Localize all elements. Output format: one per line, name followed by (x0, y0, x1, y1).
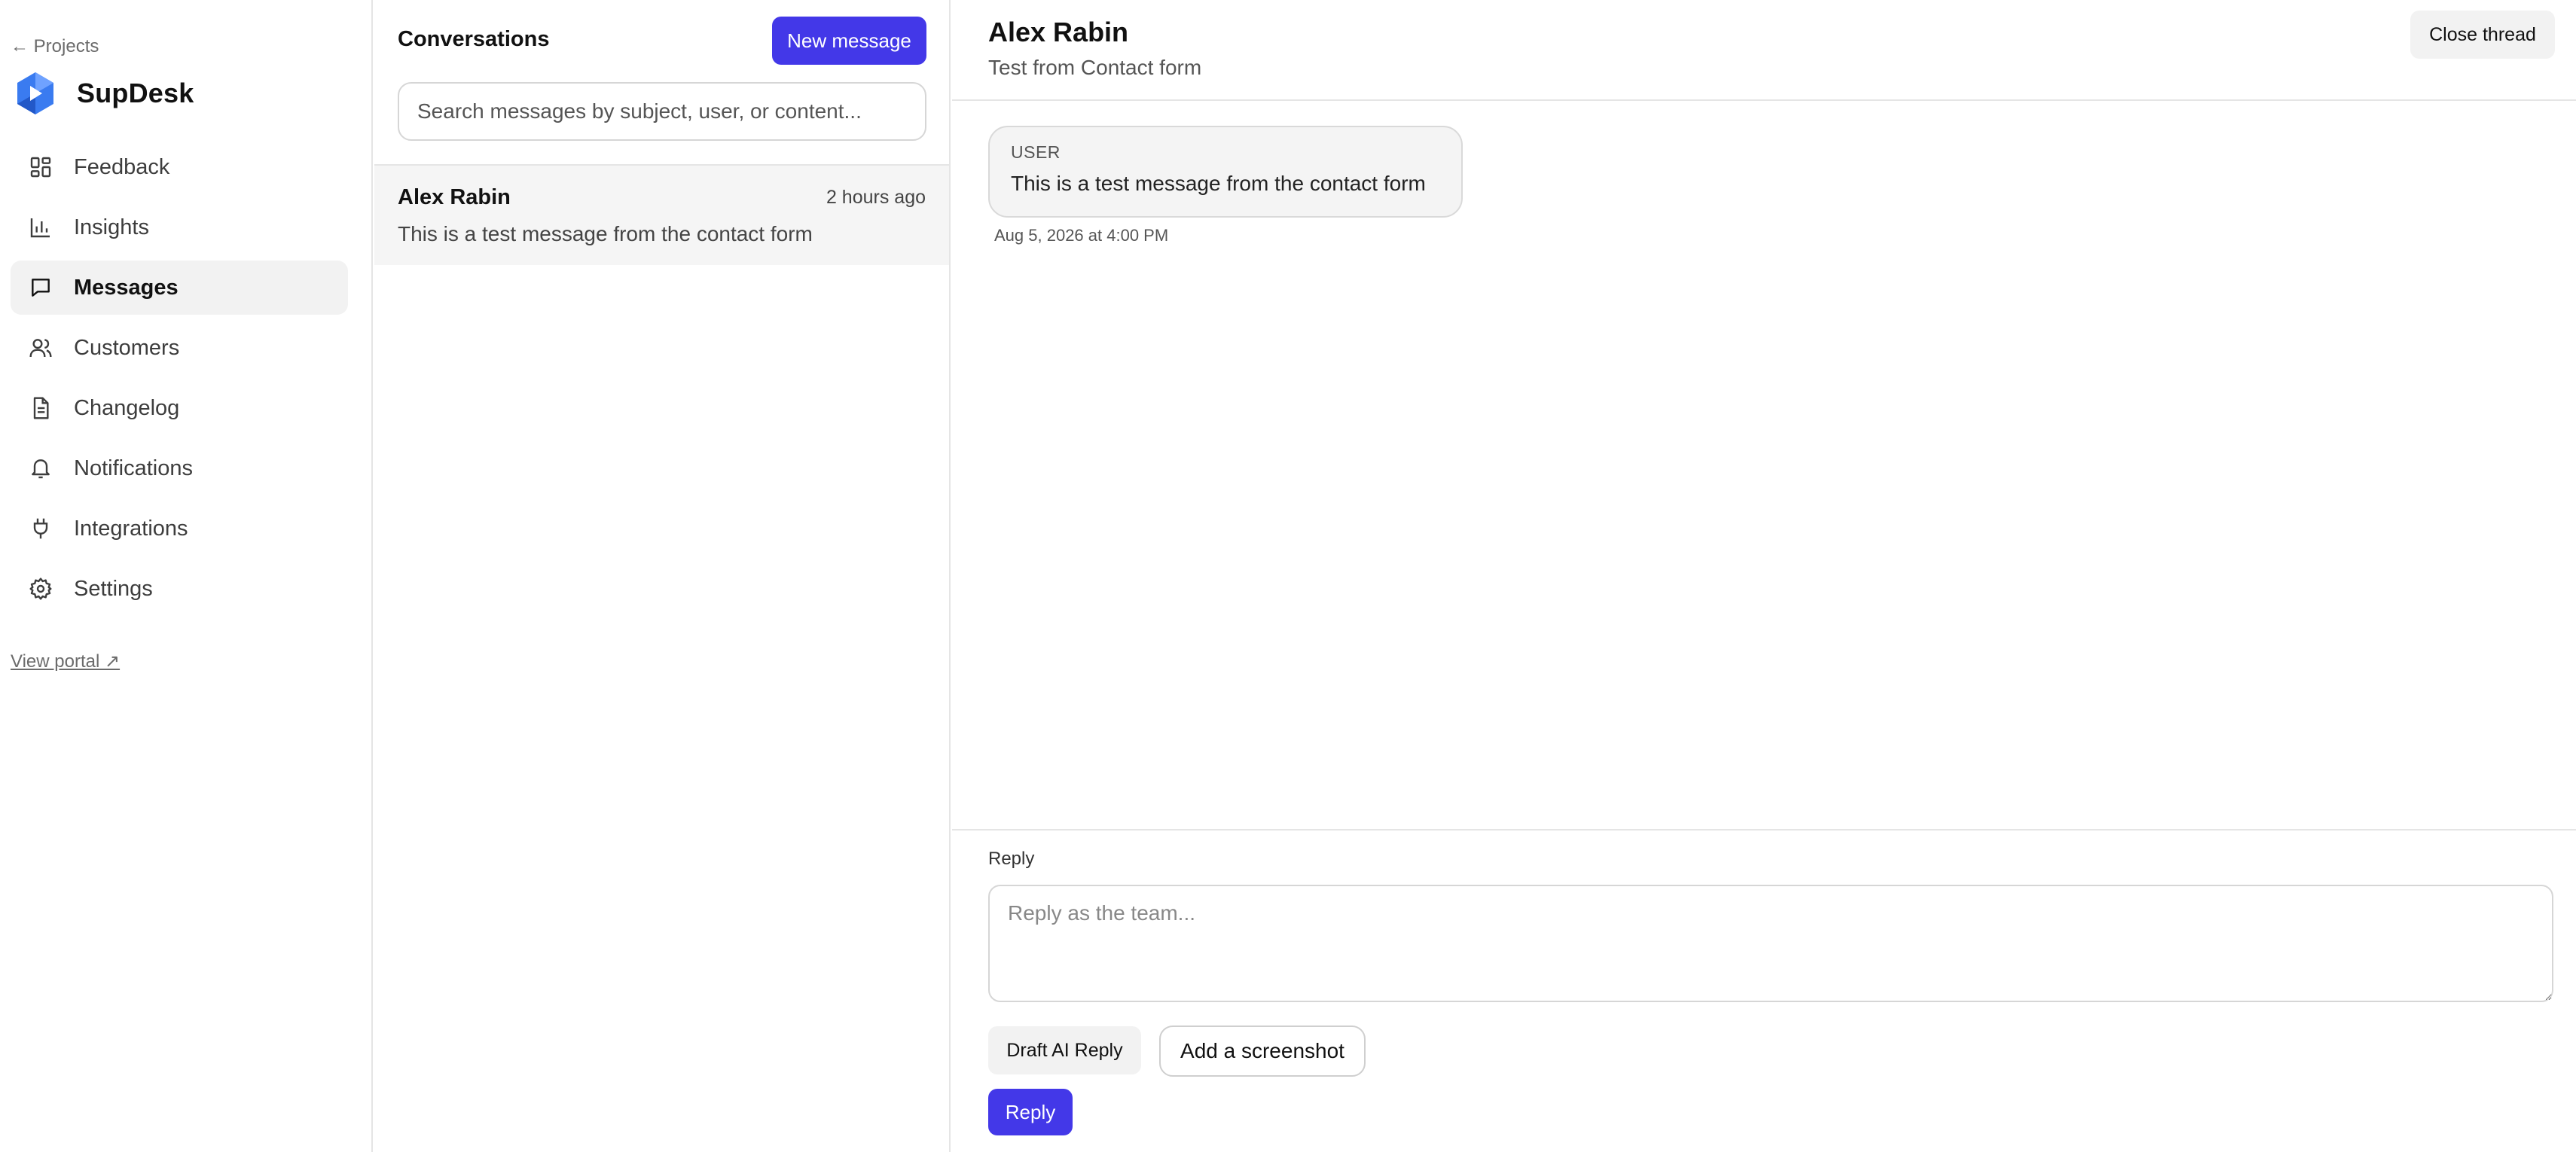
conversations-title: Conversations (398, 27, 550, 51)
draft-ai-reply-button[interactable]: Draft AI Reply (988, 1026, 1141, 1074)
view-portal-link[interactable]: View portal ↗ (11, 651, 120, 672)
sidebar-item-label: Feedback (74, 154, 170, 179)
brand: SupDesk (15, 71, 194, 116)
sidebar-item-label: Insights (74, 215, 149, 239)
sidebar-item-label: Settings (74, 576, 153, 601)
sidebar-item-messages[interactable]: Messages (11, 261, 348, 315)
sidebar-item-integrations[interactable]: Integrations (11, 501, 348, 556)
sidebar-item-insights[interactable]: Insights (11, 200, 348, 254)
add-screenshot-button[interactable]: Add a screenshot (1159, 1026, 1366, 1077)
sidebar-item-label: Customers (74, 335, 180, 360)
thread-panel: Alex Rabin Test from Contact form Close … (952, 0, 2576, 1152)
grid-icon (30, 157, 51, 178)
thread-header: Alex Rabin Test from Contact form Close … (952, 0, 2576, 101)
sidebar-item-label: Changelog (74, 395, 180, 420)
conversations-panel: Conversations New message Alex Rabin 2 h… (374, 0, 951, 1152)
thread-subject: Test from Contact form (988, 56, 1202, 79)
app-root: ← Projects SupDesk Feedback Insights Mes… (0, 0, 2576, 1152)
message-bubble: USER This is a test message from the con… (988, 126, 1463, 218)
gear-icon (29, 578, 52, 600)
sidebar-item-settings[interactable]: Settings (11, 562, 348, 616)
conversation-preview: This is a test message from the contact … (398, 222, 813, 245)
new-message-button[interactable]: New message (772, 17, 926, 65)
conversation-time: 2 hours ago (826, 187, 926, 208)
sidebar-item-notifications[interactable]: Notifications (11, 441, 348, 495)
plug-icon (33, 518, 48, 539)
reply-label: Reply (988, 849, 1035, 869)
bar-chart-icon (30, 218, 50, 238)
sidebar-item-label: Notifications (74, 456, 193, 480)
brand-name: SupDesk (77, 78, 194, 108)
sidebar-nav: Feedback Insights Messages Customers Cha… (11, 140, 348, 622)
message-role: USER (1011, 142, 1061, 162)
sidebar-item-customers[interactable]: Customers (11, 321, 348, 375)
sidebar-item-label: Messages (74, 275, 179, 300)
sidebar-item-changelog[interactable]: Changelog (11, 381, 348, 435)
supdesk-logo-icon (17, 72, 53, 114)
message-square-icon (32, 279, 50, 297)
search-input[interactable] (398, 82, 926, 141)
back-to-projects-link[interactable]: ← Projects (11, 36, 99, 57)
file-text-icon (33, 397, 49, 419)
reply-button[interactable]: Reply (988, 1089, 1073, 1135)
reply-section: Reply Draft AI Reply Add a screenshot Re… (952, 829, 2576, 1152)
message-text: This is a test message from the contact … (1011, 172, 1426, 195)
conversation-name: Alex Rabin (398, 185, 511, 209)
close-thread-button[interactable]: Close thread (2410, 11, 2555, 59)
reply-textarea[interactable] (988, 885, 2553, 1002)
conversation-list-item[interactable]: Alex Rabin 2 hours ago This is a test me… (374, 166, 949, 265)
sidebar-item-label: Integrations (74, 516, 188, 541)
sidebar-item-feedback[interactable]: Feedback (11, 140, 348, 194)
thread-title: Alex Rabin (988, 17, 1129, 47)
message-timestamp: Aug 5, 2026 at 4:00 PM (994, 226, 1169, 245)
users-icon (29, 339, 52, 358)
sidebar: ← Projects SupDesk Feedback Insights Mes… (0, 0, 373, 1152)
bell-icon (32, 459, 50, 479)
